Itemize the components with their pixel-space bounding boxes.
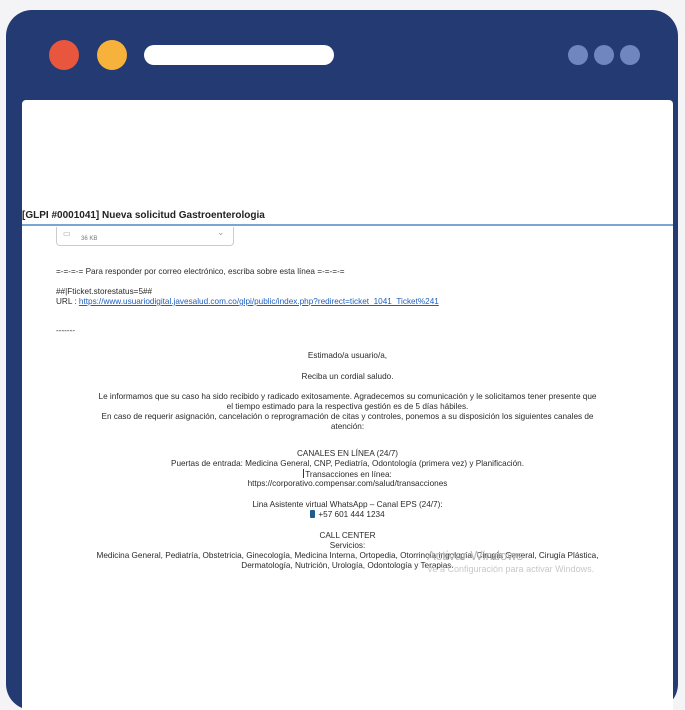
body-line: Le informamos que su caso ha sido recibi… xyxy=(98,392,597,401)
separator: ------- xyxy=(56,326,76,335)
body-line: el tiempo estimado para la respectiva ge… xyxy=(226,402,469,411)
whatsapp-label: Lina Asistente virtual WhatsApp – Canal … xyxy=(252,500,443,509)
activation-watermark-title: Activar Windows xyxy=(427,548,524,563)
store-status: ##|Fticket.storestatus=5## xyxy=(56,287,153,296)
minimize-window-dot[interactable] xyxy=(97,40,127,70)
attachment-card[interactable]: ▭ 36 KB ⌄ xyxy=(56,227,234,246)
body-line: atención: xyxy=(330,422,365,431)
email-subject: [GLPI #0001041] Nueva solicitud Gastroen… xyxy=(22,210,265,221)
subject-divider xyxy=(22,224,673,226)
body-line: En caso de requerir asignación, cancelac… xyxy=(101,412,594,421)
phone-icon xyxy=(310,510,316,518)
call-center-title: CALL CENTER xyxy=(319,531,376,540)
online-title: CANALES EN LÍNEA (24/7) xyxy=(296,449,399,458)
chevron-down-icon[interactable]: ⌄ xyxy=(217,227,225,238)
transactions-label: Transacciones en línea: xyxy=(305,470,392,479)
whatsapp-phone: +57 601 444 1234 xyxy=(318,510,385,519)
reply-line: =-=-=-= Para responder por correo electr… xyxy=(56,267,345,276)
greeting: Estimado/a usuario/a, xyxy=(307,351,388,360)
ticket-url-row: URL : https://www.usuariodigital.javesal… xyxy=(56,297,439,307)
salute: Reciba un cordial saludo. xyxy=(301,372,394,381)
email-view: [GLPI #0001041] Nueva solicitud Gastroen… xyxy=(22,100,673,710)
activation-watermark-subtitle: Ve a Configuración para activar Windows. xyxy=(427,564,595,574)
whatsapp-row: +57 601 444 1234 xyxy=(22,510,673,520)
services-label: Servicios: xyxy=(329,541,366,550)
ticket-link[interactable]: https://www.usuariodigital.javesalud.com… xyxy=(79,297,439,306)
file-icon: ▭ xyxy=(63,229,71,238)
transactions-url: https://corporativo.compensar.com/salud/… xyxy=(247,479,448,488)
url-label: URL : xyxy=(56,297,79,306)
address-bar[interactable] xyxy=(144,45,334,65)
more-options-icon[interactable] xyxy=(568,45,640,65)
services-line: Medicina General, Pediatría, Obstetricia… xyxy=(96,551,599,560)
online-entries: Puertas de entrada: Medicina General, CN… xyxy=(170,459,524,468)
attachment-size: 36 KB xyxy=(81,236,98,242)
close-window-dot[interactable] xyxy=(49,40,79,70)
